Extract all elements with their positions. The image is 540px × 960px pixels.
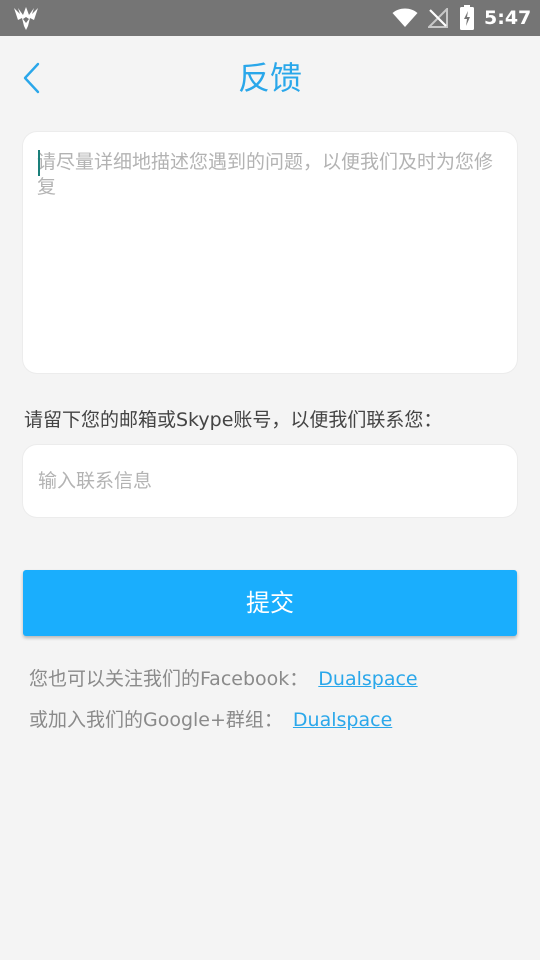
facebook-text: 您也可以关注我们的Facebook： xyxy=(29,668,309,690)
facebook-line: 您也可以关注我们的Facebook： Dualspace xyxy=(29,666,418,692)
contact-box xyxy=(23,445,517,517)
wifi-icon xyxy=(392,8,418,27)
feedback-textarea[interactable] xyxy=(37,150,503,360)
status-bar: 5:47 xyxy=(0,0,540,36)
facebook-link[interactable]: Dualspace xyxy=(318,668,417,690)
submit-button[interactable]: 提交 xyxy=(23,570,517,636)
battery-charging-icon xyxy=(460,5,474,30)
status-time: 5:47 xyxy=(484,7,532,29)
chevron-left-icon xyxy=(23,62,40,94)
header: 反馈 xyxy=(0,36,540,120)
text-cursor xyxy=(38,150,40,176)
google-text: 或加入我们的Google+群组： xyxy=(29,709,283,731)
no-signal-icon xyxy=(428,8,448,28)
contact-input[interactable] xyxy=(38,445,504,517)
google-link[interactable]: Dualspace xyxy=(293,709,392,731)
feedback-box xyxy=(23,132,517,373)
contact-label: 请留下您的邮箱或Skype账号，以便我们联系您： xyxy=(24,409,443,431)
page-title: 反馈 xyxy=(237,59,302,97)
back-button[interactable] xyxy=(14,56,50,100)
app-logo-icon xyxy=(14,7,38,30)
google-line: 或加入我们的Google+群组： Dualspace xyxy=(29,707,392,733)
